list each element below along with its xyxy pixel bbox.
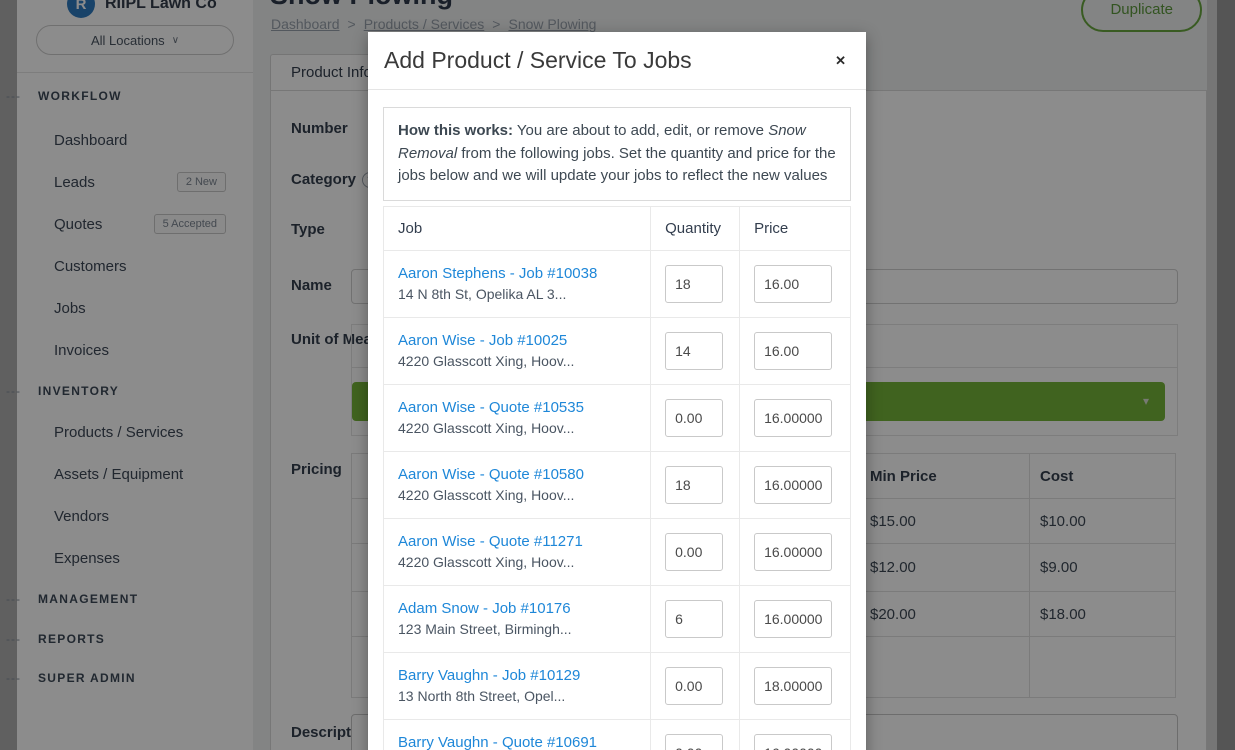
howto-note: How this works: You are about to add, ed… xyxy=(383,107,851,201)
price-input[interactable] xyxy=(754,734,832,750)
price-input[interactable] xyxy=(754,600,832,638)
quantity-input[interactable] xyxy=(665,734,723,750)
close-icon[interactable]: ✕ xyxy=(835,54,846,67)
job-address: 4220 Glasscott Xing, Hoov... xyxy=(398,420,636,436)
howto-text-2: from the following jobs. Set the quantit… xyxy=(398,145,836,185)
howto-text-1: You are about to add, edit, or remove xyxy=(513,122,768,139)
job-link[interactable]: Aaron Wise - Quote #10580 xyxy=(398,466,636,483)
modal-header: Add Product / Service To Jobs ✕ xyxy=(368,32,866,90)
price-input[interactable] xyxy=(754,265,832,303)
table-row: Aaron Wise - Quote #10535 4220 Glasscott… xyxy=(384,384,851,451)
price-input[interactable] xyxy=(754,533,832,571)
price-input[interactable] xyxy=(754,399,832,437)
job-address: 4220 Glasscott Xing, Hoov... xyxy=(398,487,636,503)
job-address: 4220 Glasscott Xing, Hoov... xyxy=(398,554,636,570)
quantity-column-header: Quantity xyxy=(651,206,740,250)
job-link[interactable]: Aaron Wise - Quote #11271 xyxy=(398,533,636,550)
table-row: Aaron Wise - Job #10025 4220 Glasscott X… xyxy=(384,317,851,384)
modal-body: How this works: You are about to add, ed… xyxy=(368,90,866,750)
job-link[interactable]: Adam Snow - Job #10176 xyxy=(398,600,636,617)
add-product-service-modal: Add Product / Service To Jobs ✕ How this… xyxy=(368,32,866,750)
jobs-table-header-row: Job Quantity Price xyxy=(384,206,851,250)
app-root: R RIIPL Lawn Co All Locations ∨ --- WORK… xyxy=(0,0,1235,750)
howto-bold-lead: How this works: xyxy=(398,122,513,139)
job-address: 4220 Glasscott Xing, Hoov... xyxy=(398,353,636,369)
price-input[interactable] xyxy=(754,466,832,504)
price-input[interactable] xyxy=(754,667,832,705)
job-link[interactable]: Aaron Wise - Job #10025 xyxy=(398,332,636,349)
quantity-input[interactable] xyxy=(665,265,723,303)
job-link[interactable]: Aaron Wise - Quote #10535 xyxy=(398,399,636,416)
price-input[interactable] xyxy=(754,332,832,370)
table-row: Adam Snow - Job #10176 123 Main Street, … xyxy=(384,585,851,652)
quantity-input[interactable] xyxy=(665,466,723,504)
job-link[interactable]: Aaron Stephens - Job #10038 xyxy=(398,265,636,282)
job-link[interactable]: Barry Vaughn - Job #10129 xyxy=(398,667,636,684)
quantity-input[interactable] xyxy=(665,399,723,437)
quantity-input[interactable] xyxy=(665,533,723,571)
price-column-header: Price xyxy=(740,206,851,250)
job-address: 13 North 8th Street, Opel... xyxy=(398,688,636,704)
table-row: Barry Vaughn - Quote #10691 13 North 8th… xyxy=(384,719,851,750)
table-row: Barry Vaughn - Job #10129 13 North 8th S… xyxy=(384,652,851,719)
job-link[interactable]: Barry Vaughn - Quote #10691 xyxy=(398,734,636,750)
quantity-input[interactable] xyxy=(665,667,723,705)
table-row: Aaron Wise - Quote #11271 4220 Glasscott… xyxy=(384,518,851,585)
job-address: 14 N 8th St, Opelika AL 3... xyxy=(398,286,636,302)
job-column-header: Job xyxy=(384,206,651,250)
quantity-input[interactable] xyxy=(665,332,723,370)
modal-title: Add Product / Service To Jobs xyxy=(384,47,692,74)
job-address: 123 Main Street, Birmingh... xyxy=(398,621,636,637)
table-row: Aaron Stephens - Job #10038 14 N 8th St,… xyxy=(384,250,851,317)
quantity-input[interactable] xyxy=(665,600,723,638)
jobs-table: Job Quantity Price Aaron Stephens - Job … xyxy=(383,206,851,750)
table-row: Aaron Wise - Quote #10580 4220 Glasscott… xyxy=(384,451,851,518)
